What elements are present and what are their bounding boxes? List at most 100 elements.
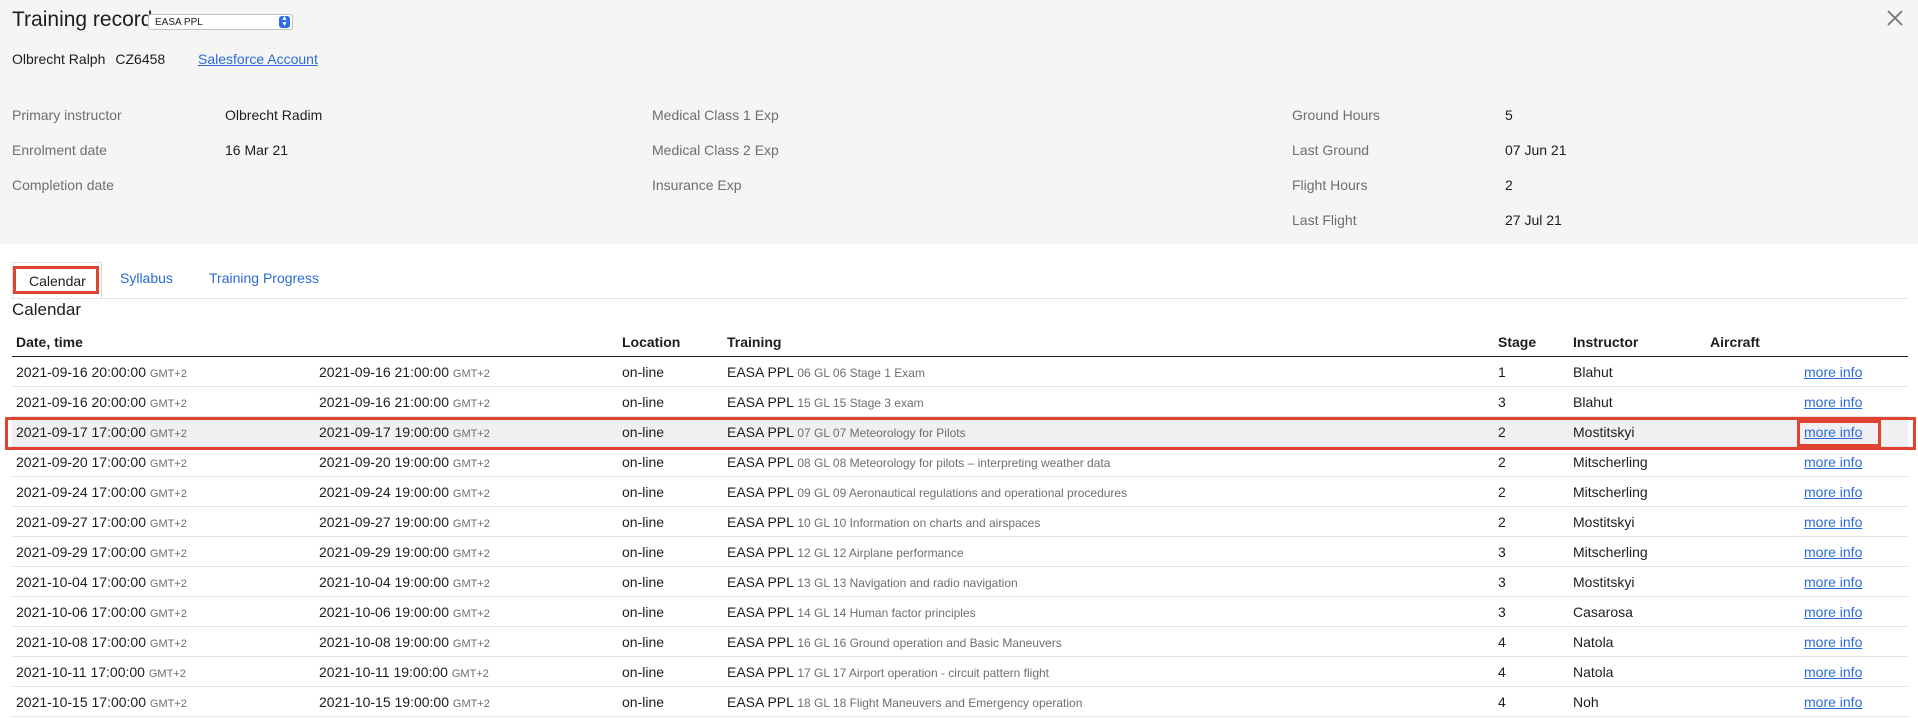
instructor-cell: Mostitskyi <box>1573 574 1635 590</box>
start-timezone: GMT+2 <box>149 488 187 500</box>
more-info-link[interactable]: more info <box>1804 664 1862 680</box>
instructor-cell: Mitscherling <box>1573 484 1648 500</box>
col-location: Location <box>622 334 681 350</box>
more-info-link[interactable]: more info <box>1804 634 1862 650</box>
more-info-link[interactable]: more info <box>1804 574 1862 590</box>
training-program: EASA PPL <box>727 634 794 650</box>
end-datetime: 2021-09-16 21:00:00 GMT+2 <box>319 394 490 410</box>
location-cell: on-line <box>622 664 665 680</box>
more-info-link[interactable]: more info <box>1804 364 1862 380</box>
start-datetime-value: 2021-09-16 20:00:00 <box>16 394 146 410</box>
training-lesson: 12 GL 12 Airplane performance <box>797 546 964 560</box>
start-datetime-value: 2021-09-29 17:00:00 <box>16 544 146 560</box>
end-datetime-value: 2021-10-11 19:00:00 <box>319 664 448 680</box>
location-cell: on-line <box>622 544 665 560</box>
insurance-exp-label: Insurance Exp <box>652 177 742 193</box>
training-cell: EASA PPL 14 GL 14 Human factor principle… <box>727 604 976 620</box>
stage-cell: 1 <box>1498 364 1506 380</box>
training-lesson: 08 GL 08 Meteorology for pilots – interp… <box>797 456 1111 470</box>
training-program: EASA PPL <box>727 694 794 710</box>
training-program: EASA PPL <box>727 544 794 560</box>
col-stage: Stage <box>1498 334 1537 350</box>
end-datetime-value: 2021-10-06 19:00:00 <box>319 604 449 620</box>
col-training: Training <box>727 334 782 350</box>
end-datetime-value: 2021-09-16 21:00:00 <box>319 394 449 410</box>
training-cell: EASA PPL 08 GL 08 Meteorology for pilots… <box>727 454 1110 470</box>
training-lesson: 18 GL 18 Flight Maneuvers and Emergency … <box>797 696 1083 710</box>
salesforce-account-link[interactable]: Salesforce Account <box>198 51 318 67</box>
chevron-updown-icon: ▲ ▼ <box>279 15 290 28</box>
training-program: EASA PPL <box>727 604 794 620</box>
student-code: CZ6458 <box>115 51 166 67</box>
training-cell: EASA PPL 16 GL 16 Ground operation and B… <box>727 634 1062 650</box>
location-cell: on-line <box>622 484 665 500</box>
end-timezone: GMT+2 <box>452 518 490 530</box>
table-row: 2021-10-15 17:00:00 GMT+2 2021-10-15 19:0… <box>12 687 1908 717</box>
training-cell: EASA PPL 06 GL 06 Stage 1 Exam <box>727 364 925 380</box>
training-program: EASA PPL <box>727 394 794 410</box>
flight-hours-value: 2 <box>1505 177 1513 193</box>
instructor-cell: Noh <box>1573 694 1599 710</box>
stage-cell: 3 <box>1498 394 1506 410</box>
training-cell: EASA PPL 13 GL 13 Navigation and radio n… <box>727 574 1018 590</box>
primary-instructor-value: Olbrecht Radim <box>225 107 323 123</box>
more-info-link[interactable]: more info <box>1804 544 1862 560</box>
start-datetime-value: 2021-10-04 17:00:00 <box>16 574 146 590</box>
close-icon[interactable] <box>1885 8 1905 28</box>
last-ground-label: Last Ground <box>1292 142 1370 158</box>
table-row: 2021-10-06 17:00:00 GMT+2 2021-10-06 19:0… <box>12 597 1908 627</box>
end-datetime-value: 2021-09-20 19:00:00 <box>319 454 449 470</box>
more-info-link[interactable]: more info <box>1804 454 1862 470</box>
instructor-cell: Natola <box>1573 664 1614 680</box>
training-lesson: 17 GL 17 Airport operation - circuit pat… <box>797 666 1050 680</box>
training-lesson: 13 GL 13 Navigation and radio navigation <box>797 576 1018 590</box>
end-timezone: GMT+2 <box>452 638 490 650</box>
training-cell: EASA PPL 12 GL 12 Airplane performance <box>727 544 964 560</box>
start-timezone: GMT+2 <box>149 458 187 470</box>
tab-highlight-box <box>13 266 99 294</box>
table-row: 2021-10-04 17:00:00 GMT+2 2021-10-04 19:0… <box>12 567 1908 597</box>
more-info-link[interactable]: more info <box>1804 394 1862 410</box>
instructor-cell: Mitscherling <box>1573 544 1648 560</box>
tab-syllabus[interactable]: Syllabus <box>120 270 173 286</box>
location-cell: on-line <box>622 514 665 530</box>
start-datetime: 2021-09-24 17:00:00 GMT+2 <box>16 484 187 500</box>
start-datetime-value: 2021-10-11 17:00:00 <box>16 664 145 680</box>
location-cell: on-line <box>622 574 665 590</box>
more-info-link[interactable]: more info <box>1804 514 1862 530</box>
end-datetime: 2021-10-15 19:00:00 GMT+2 <box>319 694 490 710</box>
more-info-link[interactable]: more info <box>1804 604 1862 620</box>
training-lesson: 09 GL 09 Aeronautical regulations and op… <box>797 486 1128 500</box>
start-datetime: 2021-09-16 20:00:00 GMT+2 <box>16 394 187 410</box>
end-datetime-value: 2021-10-04 19:00:00 <box>319 574 449 590</box>
end-datetime: 2021-09-24 19:00:00 GMT+2 <box>319 484 490 500</box>
more-info-highlight-box <box>1797 420 1881 447</box>
training-program: EASA PPL <box>727 514 794 530</box>
more-info-link[interactable]: more info <box>1804 484 1862 500</box>
stage-cell: 2 <box>1498 454 1506 470</box>
start-datetime-value: 2021-09-27 17:00:00 <box>16 514 146 530</box>
end-datetime-value: 2021-09-16 21:00:00 <box>319 364 449 380</box>
end-datetime-value: 2021-09-24 19:00:00 <box>319 484 449 500</box>
start-timezone: GMT+2 <box>148 668 186 680</box>
enrolment-date-label: Enrolment date <box>12 142 107 158</box>
program-select[interactable]: EASA PPL ▲ ▼ <box>148 14 293 30</box>
training-cell: EASA PPL 18 GL 18 Flight Maneuvers and E… <box>727 694 1082 710</box>
table-row: 2021-10-08 17:00:00 GMT+2 2021-10-08 19:0… <box>12 627 1908 657</box>
training-lesson: 15 GL 15 Stage 3 exam <box>797 396 924 410</box>
location-cell: on-line <box>622 694 665 710</box>
end-timezone: GMT+2 <box>452 398 490 410</box>
instructor-cell: Mitscherling <box>1573 454 1648 470</box>
location-cell: on-line <box>622 454 665 470</box>
more-info-link[interactable]: more info <box>1804 694 1862 710</box>
tab-training-progress[interactable]: Training Progress <box>209 270 319 286</box>
page-title: Training record <box>12 8 153 31</box>
ground-hours-label: Ground Hours <box>1292 107 1380 123</box>
training-program: EASA PPL <box>727 364 794 380</box>
instructor-cell: Blahut <box>1573 394 1613 410</box>
instructor-cell: Casarosa <box>1573 604 1633 620</box>
table-row: 2021-09-20 17:00:00 GMT+2 2021-09-20 19:0… <box>12 447 1908 477</box>
end-datetime: 2021-10-04 19:00:00 GMT+2 <box>319 574 490 590</box>
start-datetime-value: 2021-09-20 17:00:00 <box>16 454 146 470</box>
instructor-cell: Mostitskyi <box>1573 514 1635 530</box>
